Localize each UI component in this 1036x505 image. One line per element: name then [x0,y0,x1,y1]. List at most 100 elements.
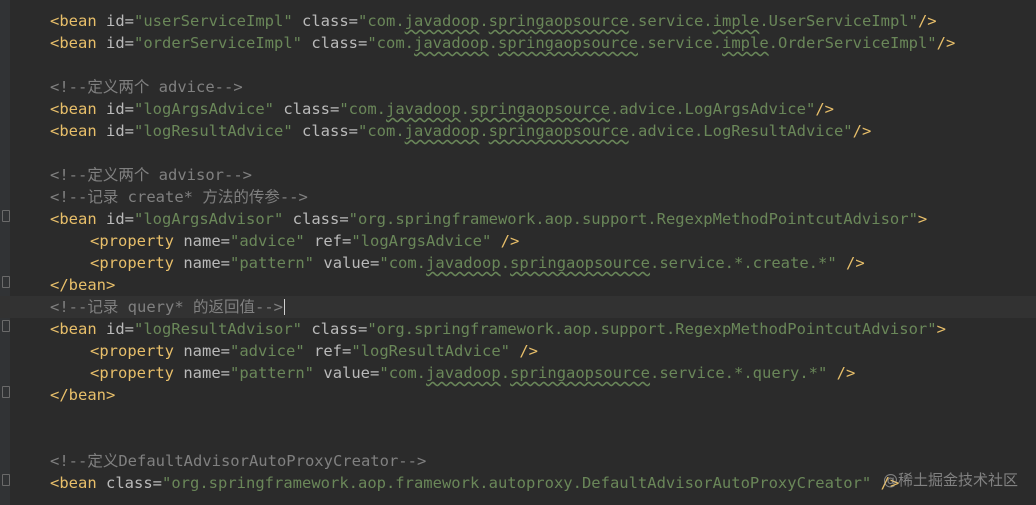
code-line[interactable]: </bean> [0,384,1036,406]
code-line[interactable]: <!--定义DefaultAdvisorAutoProxyCreator--> [0,450,1036,472]
attr-value: .advice.LogArgsAdvice" [610,100,816,118]
xml-tag: <bean [50,210,97,228]
code-line[interactable]: <bean id="userServiceImpl" class="com.ja… [0,10,1036,32]
attr-name: class= [283,100,340,118]
xml-tag: <bean [50,122,97,140]
attr-name: id= [106,122,135,140]
xml-tag: <bean [50,12,97,30]
xml-tag: <bean [50,100,97,118]
attr-value: springaopsource [488,12,629,30]
code-editor[interactable]: <bean id="userServiceImpl" class="com.ja… [0,0,1036,505]
xml-tag: > [936,320,946,338]
xml-tag: <property [90,364,174,382]
code-line[interactable]: </bean> [0,274,1036,296]
attr-value: .service. [628,12,713,30]
attr-value: "com. [358,12,405,30]
attr-value: javadoop [404,122,480,140]
attr-name: class= [311,34,368,52]
xml-tag: > [917,210,928,228]
attr-value: springaopsource [498,34,638,52]
attr-name: class= [106,474,163,492]
xml-tag: /> [852,122,872,140]
xml-tag: <property [90,254,174,272]
attr-name: value= [323,254,380,272]
attr-value: "pattern" [230,254,315,272]
attr-name: id= [106,100,135,118]
attr-value: "logArgsAdvice" [134,100,274,118]
attr-value: .advice.LogResultAdvice" [628,122,853,140]
attr-value: springaopsource [510,254,651,272]
watermark: @稀土掘金技术社区 [882,471,1018,489]
attr-name: class= [302,12,358,30]
attr-value: "com. [367,34,415,52]
attr-value: . [488,34,499,52]
xml-tag: <property [90,232,174,250]
attr-value: springaopsource [488,122,629,140]
xml-comment: <!--定义DefaultAdvisorAutoProxyCreator--> [50,452,427,470]
attr-value: .service.*.query.*" [650,364,828,382]
code-line[interactable]: <bean id="logArgsAdvice" class="com.java… [0,98,1036,120]
code-line[interactable]: <!--定义两个 advice--> [0,76,1036,98]
attr-value: imple [722,34,769,52]
code-line[interactable]: <bean id="logResultAdvice" class="com.ja… [0,120,1036,142]
code-line[interactable]: <property name="pattern" value="com.java… [0,362,1036,384]
attr-name: value= [323,364,380,382]
code-line[interactable]: <bean id="logArgsAdvisor" class="org.spr… [0,208,1036,230]
xml-tag: <bean [50,474,97,492]
code-line-current[interactable]: <!--记录 query* 的返回值--> [0,296,1036,318]
attr-value: imple [712,12,760,30]
attr-value: . [500,364,511,382]
xml-tag: <bean [50,34,97,52]
xml-tag: /> [836,364,856,382]
attr-value: javadoop [404,12,480,30]
attr-value: .service.*.create.*" [650,254,837,272]
attr-value: . [479,12,489,30]
attr-name: class= [302,122,358,140]
attr-value: .OrderServiceImpl" [768,34,937,52]
attr-value: springaopsource [510,364,651,382]
text-caret [283,299,285,315]
code-line[interactable]: <!--记录 create* 方法的传参--> [0,186,1036,208]
attr-value: javadoop [386,100,461,118]
code-line[interactable]: <property name="pattern" value="com.java… [0,252,1036,274]
attr-name: name= [183,254,231,272]
attr-value: "com. [339,100,387,118]
attr-name: id= [106,210,135,228]
attr-value: .UserServiceImpl" [759,12,918,30]
code-line[interactable]: <property name="advice" ref="logArgsAdvi… [0,230,1036,252]
attr-value: "orderServiceImpl" [134,34,302,52]
attr-name: ref= [314,232,352,250]
attr-value: javadoop [426,364,501,382]
attr-value: "logResultAdvice" [351,342,510,360]
xml-comment: <!--定义两个 advice--> [50,78,243,96]
attr-value: .service. [638,34,722,52]
xml-tag: /> [846,254,865,272]
attr-value: "com. [358,122,405,140]
xml-tag: /> [815,100,834,118]
attr-name: class= [311,320,368,338]
attr-value: . [479,122,489,140]
attr-name: id= [106,320,135,338]
xml-tag: <bean [50,320,97,338]
attr-value: . [460,100,471,118]
xml-tag: </bean> [50,276,116,294]
attr-value: "logResultAdvice" [134,122,293,140]
attr-value: "advice" [230,342,305,360]
attr-value: "userServiceImpl" [134,12,293,30]
xml-tag: /> [500,232,520,250]
attr-value: javadoop [414,34,489,52]
xml-comment: <!--定义两个 advisor--> [50,166,252,184]
attr-name: ref= [314,342,352,360]
attr-name: class= [292,210,349,228]
code-line[interactable]: <!--定义两个 advisor--> [0,164,1036,186]
attr-value: "pattern" [230,364,315,382]
code-line[interactable]: <bean id="orderServiceImpl" class="com.j… [0,32,1036,54]
xml-comment: <!--记录 query* 的返回值--> [50,298,283,316]
code-line[interactable]: <bean id="logResultAdvisor" class="org.s… [0,318,1036,340]
code-line[interactable]: <bean class="org.springframework.aop.fra… [0,472,1036,494]
attr-name: id= [106,12,135,30]
xml-tag: </bean> [50,386,116,404]
attr-value: "org.springframework.aop.support.RegexpM… [348,210,918,228]
code-line[interactable]: <property name="advice" ref="logResultAd… [0,340,1036,362]
xml-tag: /> [936,34,956,52]
